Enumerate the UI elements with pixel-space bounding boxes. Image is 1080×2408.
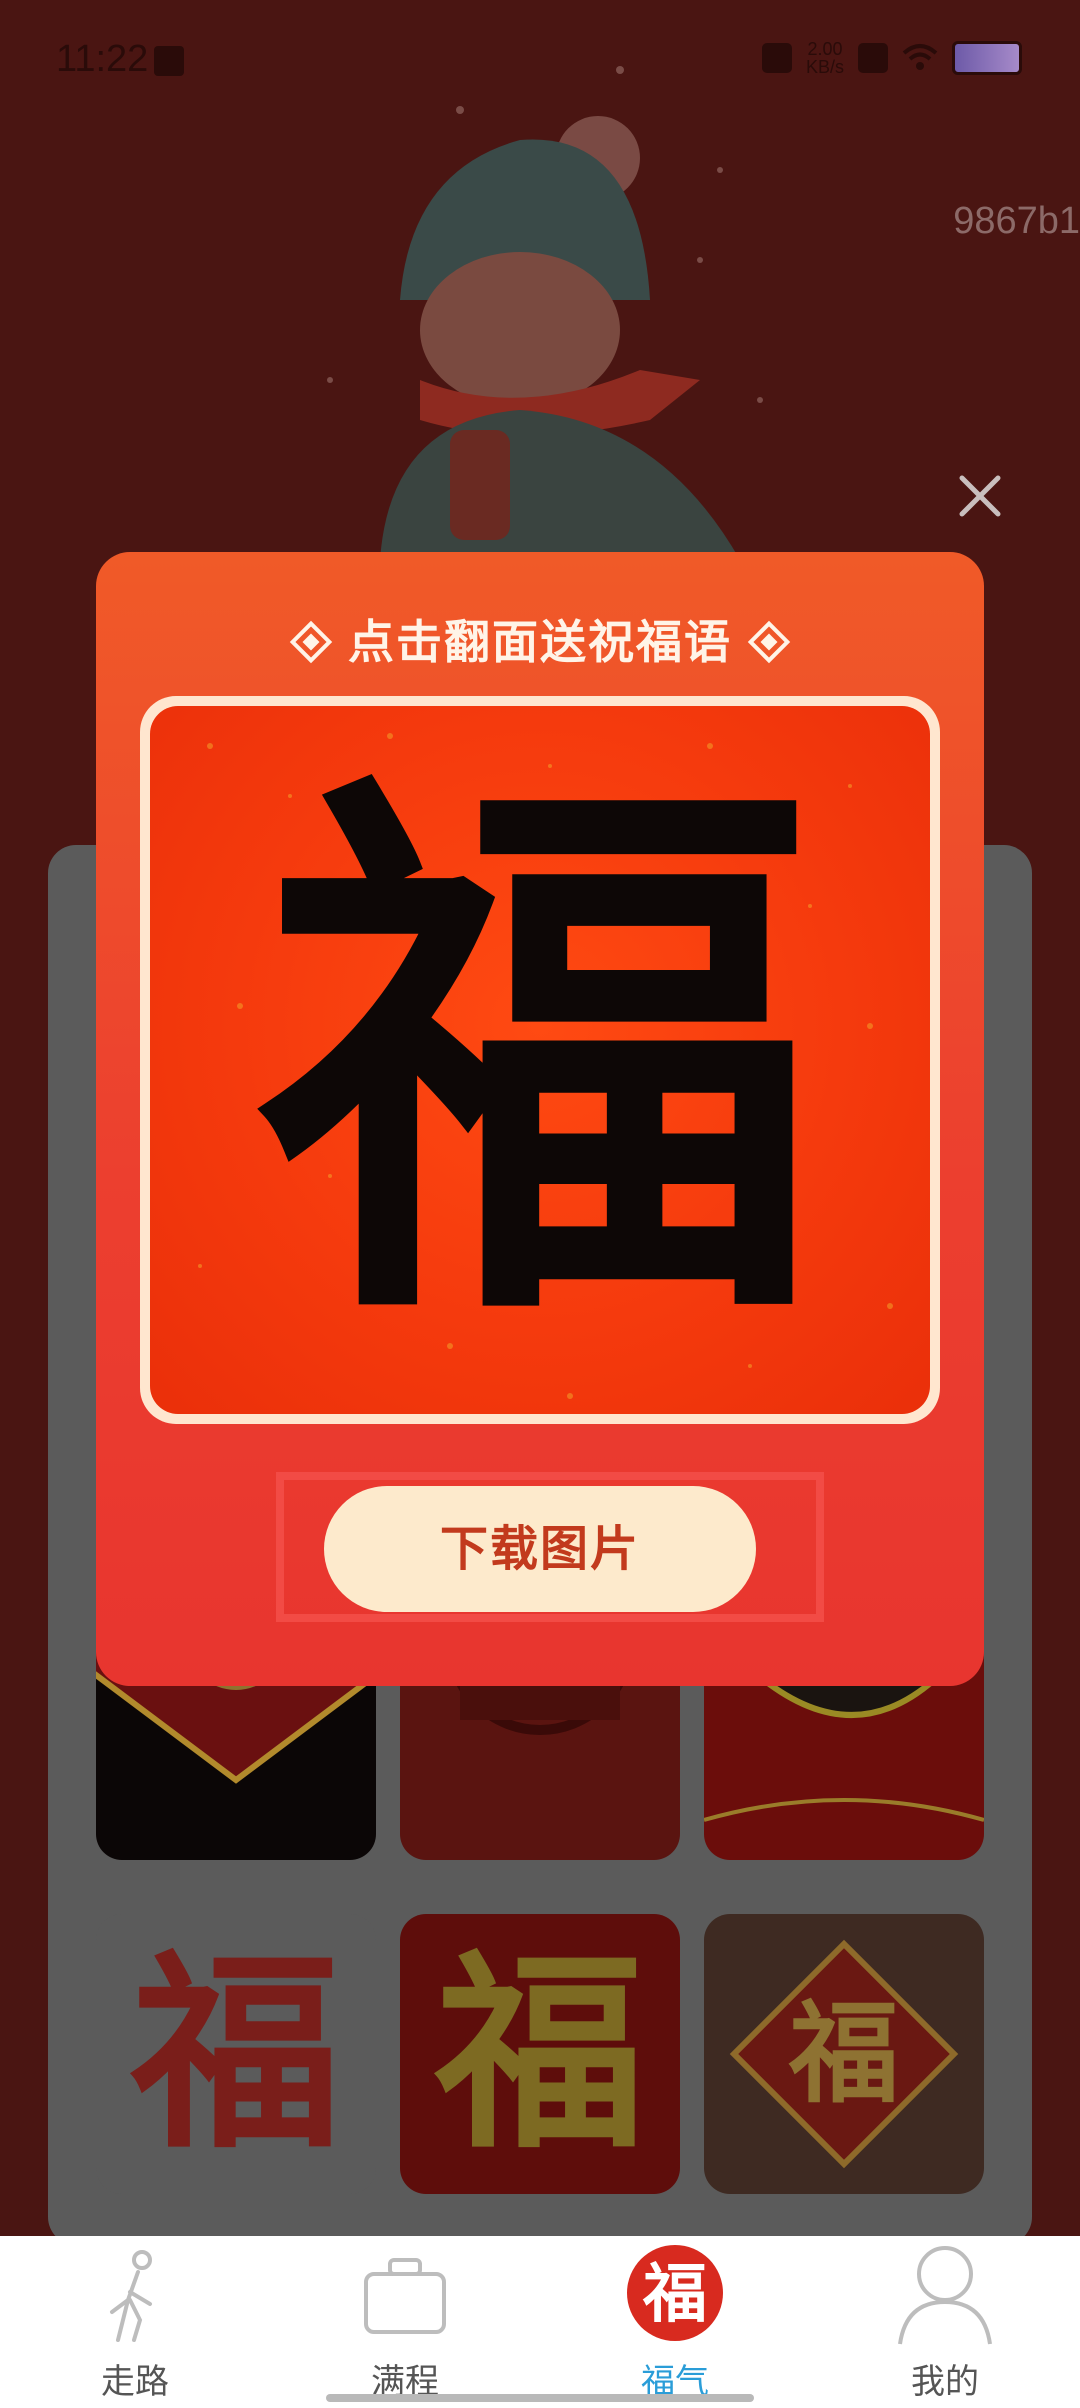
blessing-modal: 点击翻面送祝福语 福 下载图片	[96, 552, 984, 1686]
fu-gold-character: 福	[434, 1930, 645, 2177]
diamond-icon	[289, 620, 333, 663]
gallery-tile[interactable]: 福	[400, 1914, 680, 2194]
child-illustration	[327, 66, 763, 560]
tab-walk[interactable]: 走路	[0, 2236, 270, 2408]
download-image-button[interactable]: 下载图片	[324, 1486, 756, 1612]
device-id-text: 9867b1	[953, 200, 1080, 242]
tab-trip[interactable]: 满程	[270, 2236, 540, 2408]
fu-seal-glyph: 福	[642, 2257, 707, 2332]
modal-title: 点击翻面送祝福语	[96, 606, 984, 672]
fu-card[interactable]: 福	[140, 696, 940, 1424]
gallery-tile[interactable]: 福	[96, 1914, 376, 2194]
fu-red-character: 福	[130, 1930, 341, 2177]
diamond-icon	[747, 620, 791, 663]
close-icon[interactable]	[952, 468, 1008, 524]
walking-icon	[110, 2250, 152, 2342]
home-indicator[interactable]	[326, 2394, 754, 2402]
profile-icon	[898, 2246, 992, 2345]
fu-calligraphy: 福	[260, 727, 820, 1385]
fu-seal-icon: 福	[627, 2245, 723, 2341]
hero-illustration	[0, 0, 1080, 560]
fu-card-face[interactable]: 福	[150, 706, 930, 1414]
tab-profile-label: 我的	[911, 2362, 979, 2402]
gallery-tile[interactable]: 福	[704, 1914, 984, 2194]
bottom-tab-bar: 走路 满程 福 福气 我的	[0, 2236, 1080, 2408]
tab-fortune[interactable]: 福 福气	[540, 2236, 810, 2408]
suitcase-icon	[364, 2258, 446, 2334]
fu-diamond-character: 福	[789, 1989, 899, 2118]
tab-profile[interactable]: 我的	[810, 2236, 1080, 2408]
modal-title-text: 点击翻面送祝福语	[348, 615, 732, 669]
tab-walk-label: 走路	[101, 2362, 169, 2402]
